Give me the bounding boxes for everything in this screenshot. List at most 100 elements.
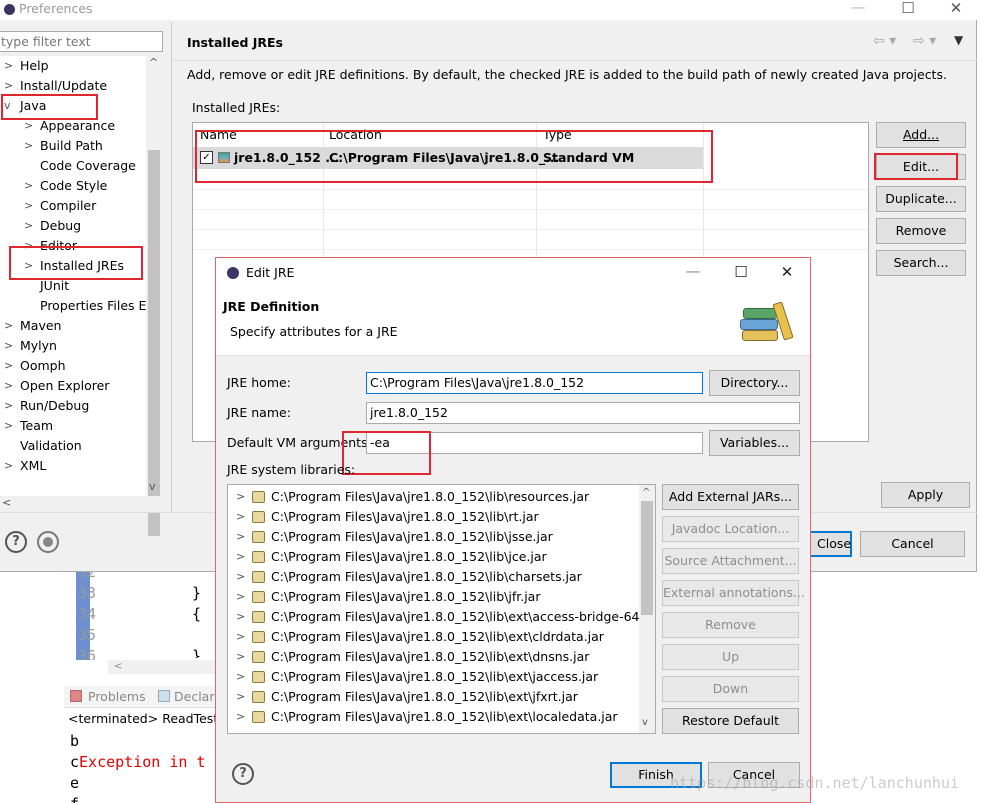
scroll-down-icon[interactable]: v [149,480,156,493]
tree-item[interactable]: > Oomph [0,356,146,376]
search-jre-button[interactable]: Search... [876,250,966,276]
collapsed-chevron-icon[interactable]: > [24,136,34,156]
tree-scrollbar[interactable]: ^ v [146,56,162,536]
library-item[interactable]: > C:\Program Files\Java\jre1.8.0_152\lib\… [228,627,641,647]
scroll-up-icon[interactable]: ^ [149,56,158,69]
scroll-thumb[interactable] [148,150,160,536]
collapsed-chevron-icon[interactable]: > [4,316,14,336]
maximize-button[interactable]: ☐ [888,0,928,18]
minimize-button[interactable]: — [838,0,878,17]
collapsed-chevron-icon[interactable]: > [4,416,14,436]
external-annotations-button[interactable]: External annotations... [662,580,805,606]
dialog-minimize-button[interactable]: — [673,261,713,281]
tree-item[interactable]: > Code Style [0,176,146,196]
collapsed-chevron-icon[interactable]: > [236,487,245,507]
collapsed-chevron-icon[interactable]: > [24,196,34,216]
tree-item-label: Team [20,418,54,433]
library-item[interactable]: > C:\Program Files\Java\jre1.8.0_152\lib\… [228,507,641,527]
apply-and-close-button[interactable]: Close [805,531,852,557]
dialog-maximize-button[interactable]: ☐ [721,262,761,282]
down-button[interactable]: Down [662,676,799,702]
tree-item[interactable]: > Mylyn [0,336,146,356]
tree-item[interactable]: > Maven [0,316,146,336]
library-item[interactable]: > C:\Program Files\Java\jre1.8.0_152\lib\… [228,547,641,567]
collapsed-chevron-icon[interactable]: > [4,56,14,76]
tree-hscroll[interactable]: < [0,496,162,512]
add-jre-button[interactable]: Add... [876,122,966,148]
library-scroll-thumb[interactable] [641,501,653,615]
apply-button[interactable]: Apply [881,482,970,508]
collapsed-chevron-icon[interactable]: > [4,396,14,416]
collapsed-chevron-icon[interactable]: > [4,376,14,396]
tree-item[interactable]: > Open Explorer [0,376,146,396]
collapsed-chevron-icon[interactable]: > [4,76,14,96]
library-item[interactable]: > C:\Program Files\Java\jre1.8.0_152\lib\… [228,667,641,687]
collapsed-chevron-icon[interactable]: > [236,647,245,667]
filter-placeholder: type filter text [1,34,91,49]
library-path: C:\Program Files\Java\jre1.8.0_152\lib\j… [271,549,547,564]
collapsed-chevron-icon[interactable]: > [236,567,245,587]
library-item[interactable]: > C:\Program Files\Java\jre1.8.0_152\lib\… [228,587,641,607]
jre-home-input[interactable]: C:\Program Files\Java\jre1.8.0_152 [366,372,703,394]
back-icon[interactable]: ⇦ ▾ [873,33,896,49]
dialog-help-icon[interactable]: ? [232,763,254,785]
dialog-close-button[interactable]: ✕ [767,262,807,282]
collapsed-chevron-icon[interactable]: > [4,356,14,376]
tree-item[interactable]: > Install/Update [0,76,146,96]
collapsed-chevron-icon[interactable]: > [236,507,245,527]
tree-item[interactable]: > Debug [0,216,146,236]
library-item[interactable]: > C:\Program Files\Java\jre1.8.0_152\lib\… [228,687,641,707]
duplicate-jre-button[interactable]: Duplicate... [876,186,966,212]
collapsed-chevron-icon[interactable]: > [24,216,34,236]
tree-item[interactable]: > Team [0,416,146,436]
tree-item[interactable]: > Help [0,56,146,76]
remove-jre-button[interactable]: Remove [876,218,966,244]
close-window-button[interactable]: ✕ [936,0,976,18]
tree-item[interactable]: > Run/Debug [0,396,146,416]
tree-item[interactable]: > Compiler [0,196,146,216]
library-scrollbar[interactable]: ^ v [639,485,655,733]
library-item[interactable]: > C:\Program Files\Java\jre1.8.0_152\lib\… [228,647,641,667]
record-icon[interactable] [37,531,59,553]
jre-name-input[interactable]: jre1.8.0_152 [366,402,800,424]
library-item[interactable]: > C:\Program Files\Java\jre1.8.0_152\lib\… [228,607,641,627]
collapsed-chevron-icon[interactable]: > [4,336,14,356]
collapsed-chevron-icon[interactable]: > [236,607,245,627]
library-item[interactable]: > C:\Program Files\Java\jre1.8.0_152\lib\… [228,707,641,727]
prefs-cancel-button[interactable]: Cancel [860,531,965,557]
restore-default-button[interactable]: Restore Default [662,708,799,734]
library-item[interactable]: > C:\Program Files\Java\jre1.8.0_152\lib\… [228,567,641,587]
tree-item[interactable]: Validation [0,436,146,456]
tree-item[interactable]: > XML [0,456,146,476]
variables-button[interactable]: Variables... [709,430,800,456]
source-attachment-button[interactable]: Source Attachment... [662,548,799,574]
panel-divider[interactable] [171,22,172,512]
library-item[interactable]: > C:\Program Files\Java\jre1.8.0_152\lib\… [228,487,641,507]
collapsed-chevron-icon[interactable]: > [236,527,245,547]
up-button[interactable]: Up [662,644,799,670]
remove-library-button[interactable]: Remove [662,612,799,638]
collapsed-chevron-icon[interactable]: > [236,687,245,707]
tree-item[interactable]: > Build Path [0,136,146,156]
collapsed-chevron-icon[interactable]: > [236,587,245,607]
tree-item[interactable]: Code Coverage [0,156,146,176]
collapsed-chevron-icon[interactable]: > [236,547,245,567]
library-scroll-up-icon[interactable]: ^ [642,487,650,498]
javadoc-location-button[interactable]: Javadoc Location... [662,516,799,542]
directory-button[interactable]: Directory... [709,370,800,396]
view-menu-icon[interactable]: ▼ [954,33,963,47]
filter-input[interactable]: type filter text [0,31,163,52]
collapsed-chevron-icon[interactable]: > [4,456,14,476]
collapsed-chevron-icon[interactable]: > [236,667,245,687]
add-external-jars-button[interactable]: Add External JARs... [662,484,799,510]
add-external-jars-label: Add External JARs... [668,489,793,504]
help-icon[interactable]: ? [5,531,27,553]
tree-item[interactable]: Properties Files Ed [0,296,154,316]
library-scroll-down-icon[interactable]: v [642,717,648,728]
tab-problems[interactable]: Problems [88,689,146,704]
collapsed-chevron-icon[interactable]: > [236,707,245,727]
collapsed-chevron-icon[interactable]: > [236,627,245,647]
forward-icon[interactable]: ⇨ ▾ [913,33,936,49]
collapsed-chevron-icon[interactable]: > [24,176,34,196]
library-item[interactable]: > C:\Program Files\Java\jre1.8.0_152\lib\… [228,527,641,547]
